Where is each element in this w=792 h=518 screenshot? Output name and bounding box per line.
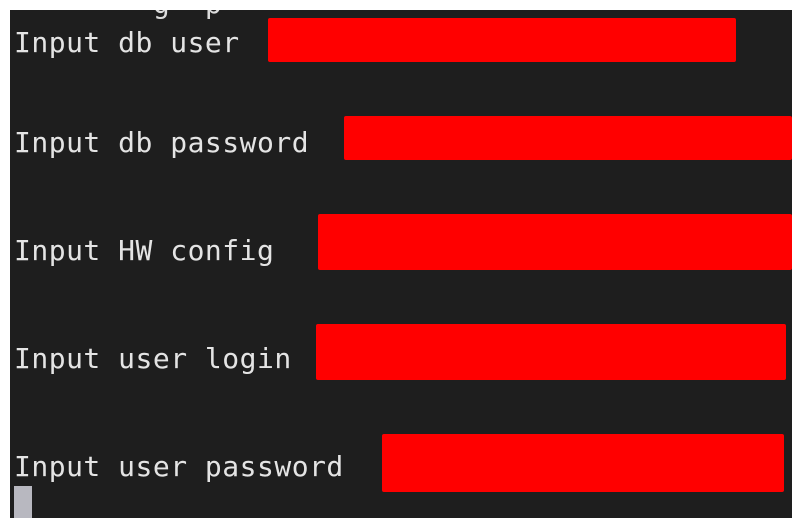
terminal-cursor — [14, 486, 32, 518]
redaction-bar — [382, 434, 784, 492]
prompt-text: Input HW config — [14, 234, 292, 267]
prompt-text: Input db user — [14, 26, 240, 59]
terminal-window[interactable]: g p Input db user Input db password Inpu… — [10, 10, 792, 518]
prompt-text: Input user login — [14, 342, 292, 375]
terminal-line-db-user: Input db user — [14, 18, 240, 68]
redaction-bar — [344, 116, 792, 160]
redaction-bar — [268, 18, 736, 62]
terminal-line-hw-config: Input HW config — [14, 226, 292, 276]
prompt-text: Input user password — [14, 450, 344, 483]
redaction-bar — [316, 324, 786, 380]
prompt-text: Input db password — [14, 126, 310, 159]
cutoff-previous-line: g p — [14, 10, 222, 18]
terminal-line-db-password: Input db password — [14, 118, 309, 168]
terminal-line-user-password: Input user password — [14, 442, 344, 492]
terminal-line-user-login: Input user login — [14, 334, 292, 384]
redaction-bar — [318, 214, 792, 270]
